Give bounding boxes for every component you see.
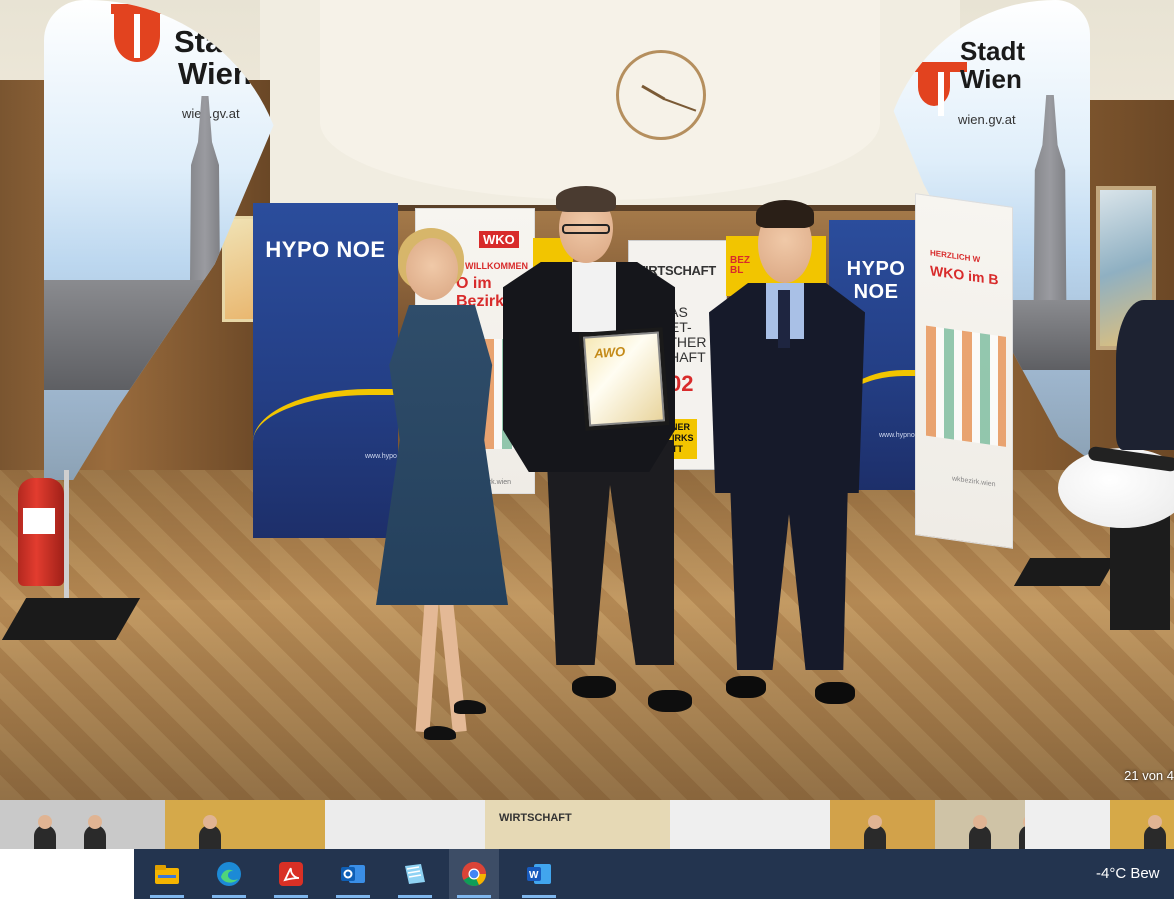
taskbar-app-button[interactable]: W [514, 849, 564, 899]
flag-title-line1: Stadt [174, 24, 252, 59]
thumbnail[interactable] [935, 800, 1025, 849]
running-indicator [274, 895, 308, 898]
thumbnail[interactable] [1110, 800, 1174, 849]
person-cropped [1116, 300, 1174, 450]
taskbar-search-area[interactable] [0, 849, 134, 899]
wko-logo: WKO [479, 231, 519, 248]
acrobat-icon [277, 860, 305, 888]
thumbnail-face [1148, 815, 1162, 829]
thumbnail[interactable] [325, 800, 485, 849]
banner-figures [926, 325, 1006, 447]
file-explorer-icon [153, 860, 181, 888]
banner-url: wkbezirk.wien [952, 475, 996, 489]
running-indicator [457, 895, 491, 898]
flag-stand-left [1, 598, 141, 640]
hypo-noe-banner-left: HYPO NOE www.hypo [253, 203, 398, 538]
taskbar-app-button[interactable] [449, 849, 499, 899]
flag-stand-right [1013, 558, 1117, 586]
taskbar-app-button[interactable] [390, 849, 440, 899]
thumbnail-face [203, 815, 217, 829]
city-hall [1012, 300, 1090, 370]
photo-viewer: Stadt Wien wien.gv.at Stadt Wien wien.gv… [0, 0, 1174, 800]
thumbnail[interactable]: WIRTSCHAFT [485, 800, 670, 849]
fire-extinguisher [18, 478, 64, 586]
thumbnail-text: WIRTSCHAFT [499, 812, 572, 824]
flag-title-line2: Wien [178, 56, 252, 91]
banner-line2: WKO im B [930, 262, 999, 288]
taskbar-app-button[interactable] [266, 849, 316, 899]
ceiling-arch [320, 0, 880, 200]
banner-text: BEZ BL [730, 256, 750, 276]
thumbnail-face [88, 815, 102, 829]
taskbar-app-button[interactable] [328, 849, 378, 899]
running-indicator [336, 895, 370, 898]
wall-clock [616, 50, 706, 140]
windows-taskbar: W -4°C Bew [0, 849, 1174, 899]
thumbnail-face [973, 815, 987, 829]
image-counter: 21 von 4 [1124, 768, 1174, 783]
banner-url: www.hypo [365, 453, 397, 460]
thumbnail[interactable] [165, 800, 325, 849]
thumbnail[interactable] [830, 800, 935, 849]
word-icon: W [525, 860, 553, 888]
taskbar-app-button[interactable] [142, 849, 192, 899]
wko-banner-right: HERZLICH W WKO im B wkbezirk.wien [915, 193, 1013, 549]
thumbnail-face [38, 815, 52, 829]
flag-title-line2: Wien [960, 64, 1022, 94]
notepad-icon [401, 860, 429, 888]
outlook-icon [339, 860, 367, 888]
running-indicator [522, 895, 556, 898]
thumbnail-strip[interactable]: WIRTSCHAFT [0, 800, 1174, 849]
flag-url: wien.gv.at [958, 112, 1016, 127]
banner-swoosh [253, 389, 398, 455]
award-label: AWO [593, 343, 626, 362]
edge-icon [215, 860, 243, 888]
thumbnail-face [868, 815, 882, 829]
flag-title-line1: Stadt [960, 36, 1025, 66]
running-indicator [150, 895, 184, 898]
banner-title: HYPO NOE [265, 237, 386, 262]
banner-line: BL [730, 265, 744, 276]
wien-coat-of-arms-icon [915, 62, 967, 116]
svg-text:W: W [529, 870, 539, 881]
running-indicator [398, 895, 432, 898]
taskbar-app-button[interactable] [204, 849, 254, 899]
banner-line1: N WILLKOMMEN [456, 261, 528, 271]
banner-line1: HERZLICH W [930, 248, 981, 265]
weather-widget[interactable]: -4°C Bew [1096, 865, 1160, 882]
table-base [1110, 510, 1170, 630]
running-indicator [212, 895, 246, 898]
award-certificate: AWO [578, 327, 670, 431]
thumbnail[interactable] [1025, 800, 1110, 849]
thumbnail[interactable] [670, 800, 830, 849]
chrome-icon [460, 860, 488, 888]
flag-url: wien.gv.at [182, 106, 240, 121]
wien-coat-of-arms-icon [111, 4, 163, 62]
thumbnail[interactable] [0, 800, 165, 849]
